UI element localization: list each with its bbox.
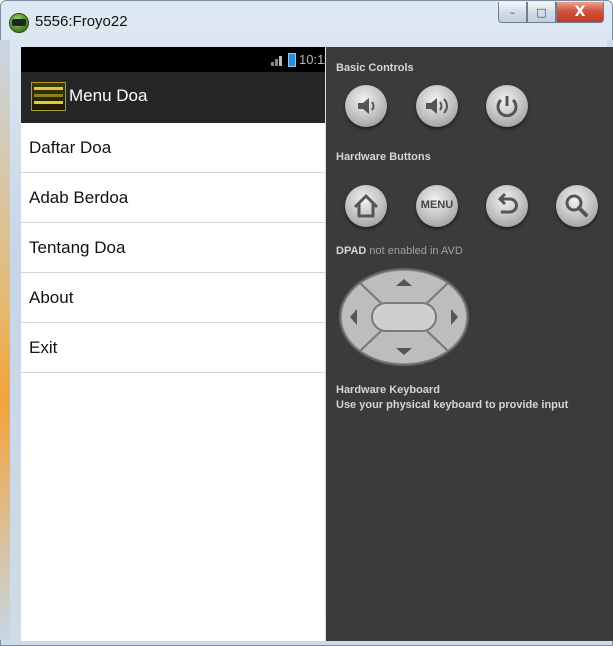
volume-up-button[interactable] <box>416 85 458 127</box>
android-app-icon <box>9 13 29 33</box>
back-button[interactable] <box>486 185 528 227</box>
menu-list: Daftar Doa Adab Berdoa Tentang Doa About… <box>21 123 325 373</box>
volume-down-icon <box>358 98 375 114</box>
desktop-background-edge <box>0 40 10 640</box>
back-icon <box>497 192 518 214</box>
window-title: 5556:Froyo22 <box>35 13 128 30</box>
app-bar: Menu Doa <box>21 72 325 123</box>
minimize-button[interactable]: – <box>498 2 527 23</box>
battery-icon <box>288 53 296 67</box>
menu-item-adab-berdoa[interactable]: Adab Berdoa <box>21 173 325 223</box>
window-controls: – □ X <box>498 2 604 24</box>
home-button[interactable] <box>345 185 387 227</box>
menu-item-tentang-doa[interactable]: Tentang Doa <box>21 223 325 273</box>
status-bar: 10:11 <box>21 47 331 72</box>
basic-controls-label: Basic Controls <box>336 62 414 74</box>
dpad-icon <box>339 268 469 366</box>
controls-panel: Basic Controls Hardware Buttons MENU DPA… <box>326 47 613 641</box>
hardware-keyboard-desc: Use your physical keyboard to provide in… <box>336 399 569 411</box>
home-icon <box>353 194 379 218</box>
app-title: Menu Doa <box>69 86 148 105</box>
dpad-label-text: DPAD <box>336 245 367 257</box>
search-icon <box>565 194 588 217</box>
search-button[interactable] <box>556 185 598 227</box>
menu-icon: MENU <box>420 199 454 211</box>
dpad-note: not enabled in AVD <box>369 245 463 257</box>
device-screen: 10:11 Menu Doa Daftar Doa Adab Berdoa Te… <box>21 47 331 641</box>
hardware-keyboard-title: Hardware Keyboard <box>336 384 440 396</box>
title-bar[interactable]: 5556:Froyo22 – □ X <box>1 1 612 41</box>
close-button[interactable]: X <box>556 2 604 23</box>
power-button[interactable] <box>486 85 528 127</box>
dpad-label: DPAD not enabled in AVD <box>336 245 463 257</box>
volume-down-button[interactable] <box>345 85 387 127</box>
signal-icon <box>271 54 285 66</box>
power-icon <box>496 96 518 118</box>
menu-item-daftar-doa[interactable]: Daftar Doa <box>21 123 325 173</box>
menu-item-exit[interactable]: Exit <box>21 323 325 373</box>
hardware-buttons-label: Hardware Buttons <box>336 151 431 163</box>
volume-up-icon <box>426 98 448 114</box>
dpad-control[interactable] <box>338 267 471 367</box>
maximize-button[interactable]: □ <box>527 2 556 23</box>
app-logo-icon <box>31 82 66 111</box>
menu-item-about[interactable]: About <box>21 273 325 323</box>
menu-button[interactable]: MENU <box>416 185 458 227</box>
